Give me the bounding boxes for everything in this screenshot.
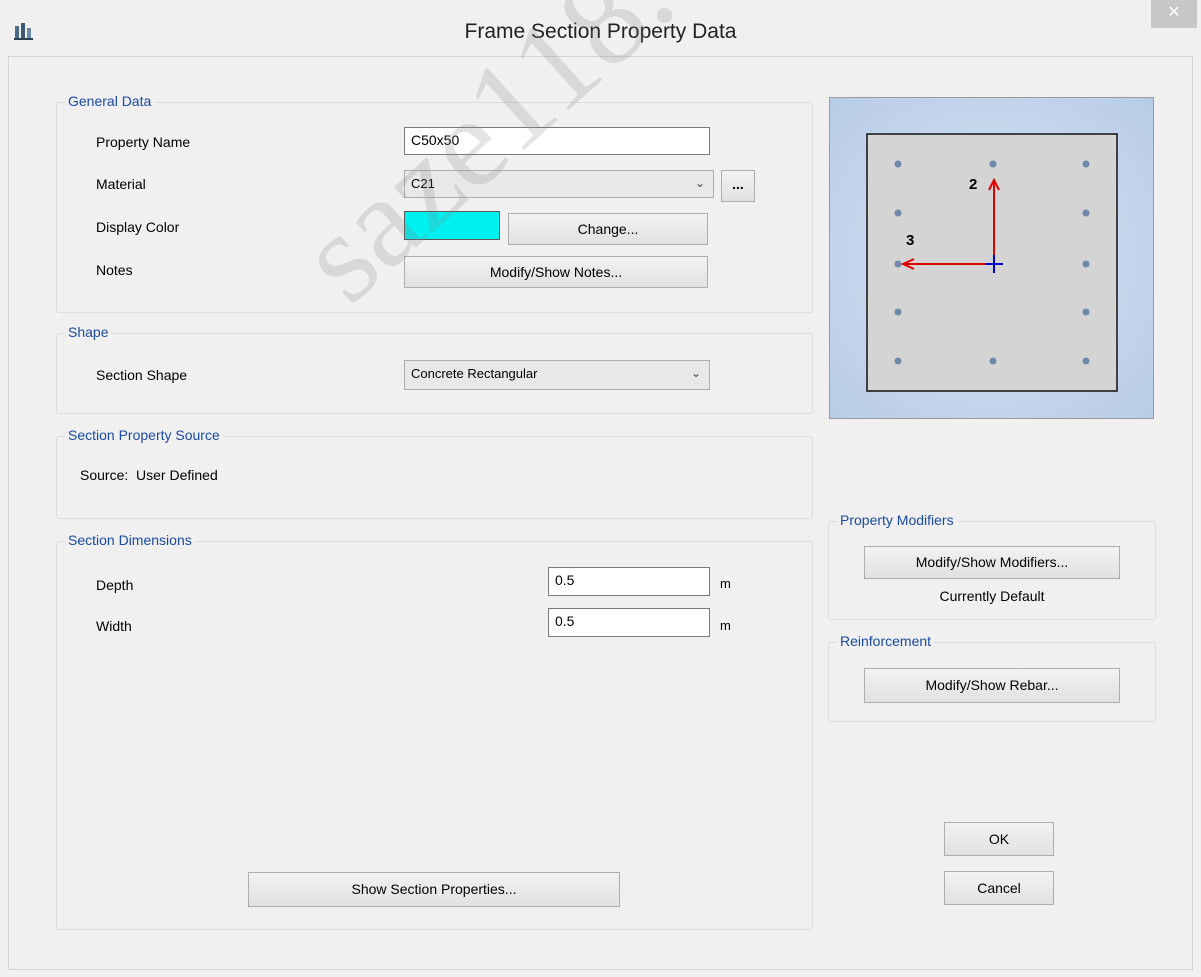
width-input[interactable]: 0.5 [548, 608, 710, 637]
section-property-source-label: Section Property Source [65, 427, 223, 443]
title-bar: Frame Section Property Data ✕ [0, 0, 1201, 56]
show-section-properties-button[interactable]: Show Section Properties... [248, 872, 620, 907]
section-shape-label: Section Shape [96, 367, 188, 383]
depth-unit: m [720, 576, 731, 591]
property-name-label: Property Name [96, 134, 191, 150]
cancel-button[interactable]: Cancel [944, 871, 1054, 905]
chevron-down-icon: ⌄ [694, 176, 705, 190]
material-select[interactable]: C21 ⌄ [404, 170, 714, 198]
ok-button[interactable]: OK [944, 822, 1054, 856]
width-unit: m [720, 618, 731, 633]
property-name-input[interactable]: C50x50 [404, 127, 710, 155]
source-text: Source: User Defined [80, 467, 218, 483]
general-data-label: General Data [65, 93, 155, 109]
width-label: Width [96, 618, 132, 634]
reinforcement-label: Reinforcement [837, 633, 935, 649]
property-modifiers-label: Property Modifiers [837, 512, 957, 528]
material-more-button[interactable]: ... [721, 170, 755, 202]
close-button[interactable]: ✕ [1151, 0, 1197, 28]
section-diagram [866, 133, 1118, 392]
display-color-label: Display Color [96, 219, 180, 235]
change-color-button[interactable]: Change... [508, 213, 708, 245]
axis-2-label: 2 [969, 176, 978, 193]
chevron-down-icon: ⌄ [690, 366, 701, 380]
depth-label: Depth [96, 577, 134, 593]
notes-label: Notes [96, 262, 133, 278]
modify-notes-button[interactable]: Modify/Show Notes... [404, 256, 708, 288]
display-color-swatch [404, 211, 500, 240]
material-label: Material [96, 176, 146, 192]
axis-3-label: 3 [906, 232, 915, 249]
section-shape-value: Concrete Rectangular [411, 366, 538, 381]
modify-modifiers-button[interactable]: Modify/Show Modifiers... [864, 546, 1120, 579]
section-preview: 2 3 [829, 97, 1154, 419]
section-shape-select[interactable]: Concrete Rectangular ⌄ [404, 360, 710, 390]
section-dimensions-label: Section Dimensions [65, 532, 195, 548]
modify-rebar-button[interactable]: Modify/Show Rebar... [864, 668, 1120, 703]
shape-label: Shape [65, 324, 112, 340]
material-value: C21 [411, 176, 435, 191]
window-title: Frame Section Property Data [464, 20, 737, 43]
modifiers-status: Currently Default [939, 588, 1045, 604]
depth-input[interactable]: 0.5 [548, 567, 710, 596]
